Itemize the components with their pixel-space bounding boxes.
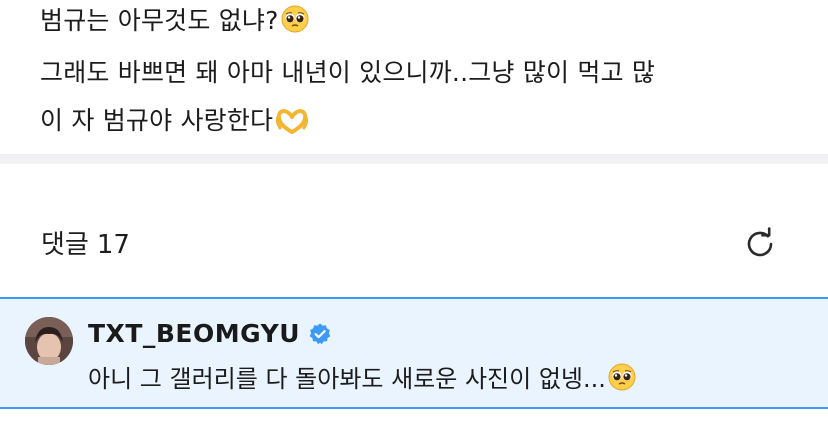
avatar[interactable] xyxy=(25,317,73,365)
refresh-icon xyxy=(740,224,780,268)
post-line-2: 그래도 바쁘면 돼 아마 내년이 있으니까..그냥 많이 먹고 많 xyxy=(40,58,656,87)
post-line-1: 범규는 아무것도 없냐? xyxy=(40,2,309,44)
verified-badge-icon xyxy=(308,322,332,346)
pleading-face-icon xyxy=(281,5,309,44)
post-line-3: 이 자 범규야 사랑한다 xyxy=(40,102,309,146)
pleading-face-icon xyxy=(608,363,636,399)
comment-author-name: TXT_BEOMGYU xyxy=(88,319,301,348)
comment-text: 아니 그 갤러리를 다 돌아봐도 새로운 사진이 없넹... xyxy=(88,363,636,399)
highlighted-comment[interactable]: TXT_BEOMGYU 아니 그 갤러리를 다 돌아봐도 새로운 사진이 없넹.… xyxy=(0,297,828,409)
post-line-3-text: 이 자 범규야 사랑한다 xyxy=(40,106,274,135)
post-line-1-text: 범규는 아무것도 없냐? xyxy=(40,6,279,35)
comments-heading: 댓글 17 xyxy=(41,228,130,262)
comments-label: 댓글 xyxy=(41,230,89,260)
section-divider xyxy=(0,154,828,164)
comment-text-body: 아니 그 갤러리를 다 돌아봐도 새로운 사진이 없넹... xyxy=(88,365,606,393)
heart-hands-icon xyxy=(275,107,309,146)
comment-author[interactable]: TXT_BEOMGYU xyxy=(88,318,332,350)
comments-count: 17 xyxy=(96,230,130,260)
refresh-button[interactable] xyxy=(738,224,782,268)
